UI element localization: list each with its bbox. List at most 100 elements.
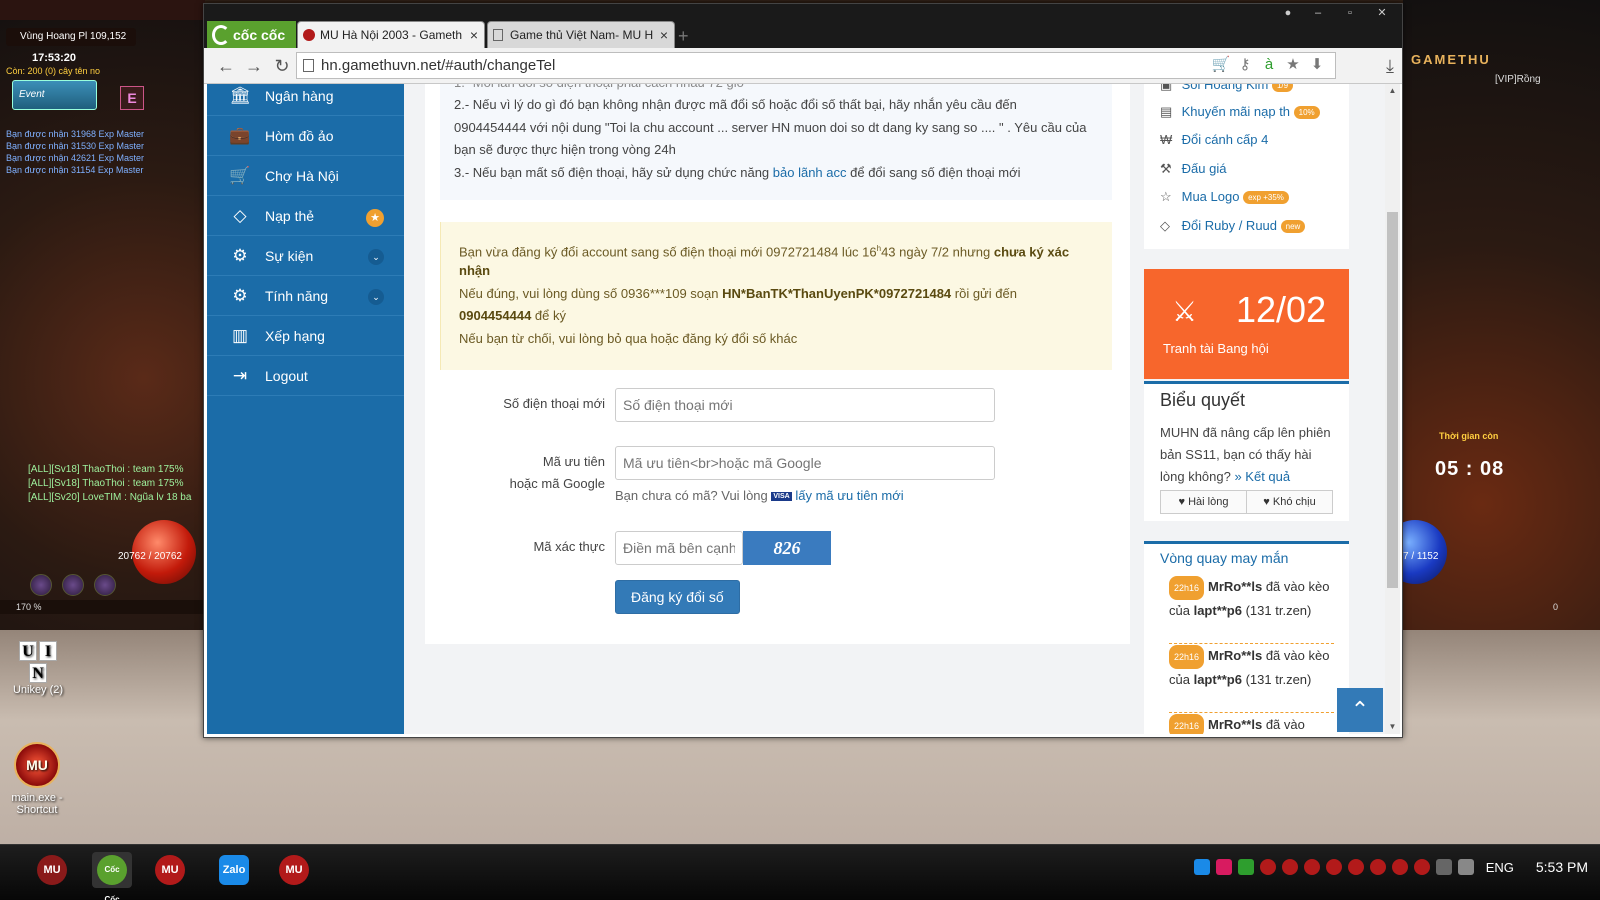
font-icon[interactable]: à [1259,55,1279,75]
zalo-tray-icon[interactable] [1193,859,1210,875]
taskbar-coccoc-icon[interactable]: Cốc Cốc [92,852,132,900]
new-tab-button[interactable]: + [678,26,689,47]
info-line: 0904454444 với nội dung "Toi la chu acco… [454,120,1087,135]
priority-code-label: hoặc mã Google [509,476,605,491]
quick-links-panel: ▣ Soi Hoàng Kim 1/9 ▤ Khuyến mãi nạp th … [1144,84,1349,249]
back-button[interactable]: ← [214,54,238,78]
page-favicon-icon [493,29,503,41]
link-doi-canh[interactable]: ₩ Đổi cánh cấp 4 [1160,132,1268,147]
maximize-button[interactable]: ▫ [1336,4,1364,24]
sidebar-item-label: Sự kiện [265,248,314,264]
taskbar-mu-icon[interactable]: MU [274,852,314,888]
mu-tray-icon[interactable] [1325,859,1342,875]
mu-shortcut-desktop-icon[interactable]: MU main.exe - Shortcut [4,742,70,816]
skill-icon[interactable] [62,574,84,596]
mu-tray-icon[interactable] [1347,859,1364,875]
link-soi-hoang-kim[interactable]: ▣ Soi Hoàng Kim 1/9 [1160,84,1294,93]
taskbar-mu-icon[interactable]: MU [150,852,190,888]
game-chat-log: [ALL][Sv18] ThaoThoi : team 175% [ALL][S… [28,463,191,505]
link-doi-ruby[interactable]: ◇ Đổi Ruby / Ruud new [1160,218,1306,234]
sidebar-item-nap-the[interactable]: ◇ Nạp thẻ ★ [207,196,404,236]
exp-log-line: Bạn được nhận 31968 Exp Master [6,129,145,139]
game-window-left: Vùng Hoang Pl 109,152 17:53:20 Còn: 200 … [0,0,205,630]
close-tab-icon[interactable]: × [470,22,478,48]
downloads-icon[interactable]: ⤓ [1386,56,1394,77]
mu-tray-icon[interactable] [1281,859,1298,875]
poll-no-button[interactable]: ♥ Khó chịu [1246,490,1333,514]
user-icon[interactable]: ● [1274,4,1302,24]
sidebar-item-ngan-hang[interactable]: 🏛 Ngân hàng [207,84,404,116]
sidebar-item-hom-do-ao[interactable]: 💼 Hòm đồ ảo [207,116,404,156]
link-mua-logo[interactable]: ☆ Mua Logo exp +35% [1160,189,1289,205]
back-to-top-button[interactable]: ⌃ [1337,688,1383,732]
scroll-down-arrow-icon[interactable]: ▼ [1385,722,1400,734]
mu-tray-icon[interactable] [1413,859,1430,875]
get-priority-code-link[interactable]: lấy mã ưu tiên mới [795,488,903,503]
discount-badge: 10% [1293,106,1320,120]
scrollbar-thumb[interactable] [1387,212,1398,588]
sidebar-item-su-kien[interactable]: ⚙ Sự kiện ⌄ [207,236,404,276]
skill-icon[interactable] [30,574,52,596]
guild-war-event-card[interactable]: ⚔ 12/02 Tranh tài Bang hội [1144,269,1349,379]
bank-icon: 🏛 [229,86,251,105]
link-dau-gia[interactable]: ⚒ Đấu giá [1160,161,1226,177]
unikey-desktop-icon[interactable]: UI N Unikey (2) [8,640,68,696]
address-bar[interactable]: hn.gamethuvn.net/#auth/changeTel 🛒 ⚷ à ★… [296,52,1336,79]
minimize-button[interactable]: – [1304,4,1332,24]
poll-result-link[interactable]: » Kết quả [1234,469,1290,484]
sidebar-item-label: Logout [265,368,308,384]
close-tab-icon[interactable]: × [660,22,668,48]
game-topbar [0,0,205,20]
poll-yes-button[interactable]: ♥ Hài lòng [1160,490,1247,514]
tab-game-thu[interactable]: Game thủ Việt Nam- MU H × [487,21,675,49]
taskbar-clock[interactable]: 5:53 PM [1536,859,1588,875]
volume-tray-icon[interactable] [1457,859,1474,875]
taskbar-zalo-icon[interactable]: Zalo [214,852,254,888]
taskbar-mu-icon[interactable]: MU [32,852,72,888]
download-arrow-icon[interactable]: ⬇ [1307,55,1327,75]
nvidia-tray-icon[interactable] [1237,859,1254,875]
coccoc-menu-button[interactable]: cốc cốc [207,21,296,49]
won-icon: ₩ [1160,132,1173,147]
mu-tray-icon[interactable] [1391,859,1408,875]
page-scrollbar[interactable]: ▲ ▼ [1385,84,1400,734]
new-phone-input[interactable] [615,388,995,422]
bao-lanh-acc-link[interactable]: bảo lãnh acc [773,165,847,180]
network-tray-icon[interactable] [1435,859,1452,875]
bookmark-star-icon[interactable]: ★ [1283,55,1303,75]
priority-code-input[interactable] [615,446,995,480]
scroll-up-arrow-icon[interactable]: ▲ [1385,86,1400,98]
language-indicator[interactable]: ENG [1486,860,1514,875]
tab-mu-hanoi[interactable]: MU Hà Nội 2003 - Gameth × [297,21,485,49]
close-window-button[interactable]: ✕ [1368,4,1396,24]
link-khuyen-mai[interactable]: ▤ Khuyến mãi nạp th 10% [1160,104,1320,120]
sidebar-item-cho-ha-noi[interactable]: 🛒 Chợ Hà Nội [207,156,404,196]
lucky-wheel-title: Vòng quay may mắn [1160,550,1289,566]
time-remaining-label: Thời gian còn [1439,431,1499,441]
game-e-icon[interactable]: E [120,86,144,110]
skill-icon[interactable] [94,574,116,596]
mu-favicon-icon [303,29,315,41]
mu-tray-icon[interactable] [1259,859,1276,875]
chevron-down-icon[interactable]: ⌄ [368,289,384,305]
countdown-timer: 05 : 08 [1435,458,1505,480]
chevron-down-icon[interactable]: ⌄ [368,249,384,265]
sidebar-item-xep-hang[interactable]: ▥ Xếp hạng [207,316,404,356]
game-event-button[interactable]: Event [12,80,97,110]
mu-tray-icon[interactable] [1303,859,1320,875]
forward-button[interactable]: → [242,54,266,78]
captcha-image[interactable]: 826 [743,531,831,565]
cart-icon[interactable]: 🛒 [1211,55,1231,75]
page-icon [303,59,314,72]
reload-button[interactable]: ↻ [270,54,294,78]
mu-tray-icon[interactable] [1369,859,1386,875]
sidebar-item-logout[interactable]: ⇥ Logout [207,356,404,396]
lucky-wheel-panel: Vòng quay may mắn 22h16 MrRo**ls đã vào k… [1144,541,1349,734]
key-icon[interactable]: ⚷ [1235,55,1255,75]
register-change-button[interactable]: Đăng ký đổi số [615,580,740,614]
v-tray-icon[interactable] [1215,859,1232,875]
sidebar-item-tinh-nang[interactable]: ⚙ Tính năng ⌄ [207,276,404,316]
page-viewport: 🏛 Ngân hàng 💼 Hòm đồ ảo 🛒 Chợ Hà Nội ◇ N… [207,84,1398,734]
poll-title: Biểu quyết [1160,390,1246,410]
captcha-input[interactable] [615,531,743,565]
